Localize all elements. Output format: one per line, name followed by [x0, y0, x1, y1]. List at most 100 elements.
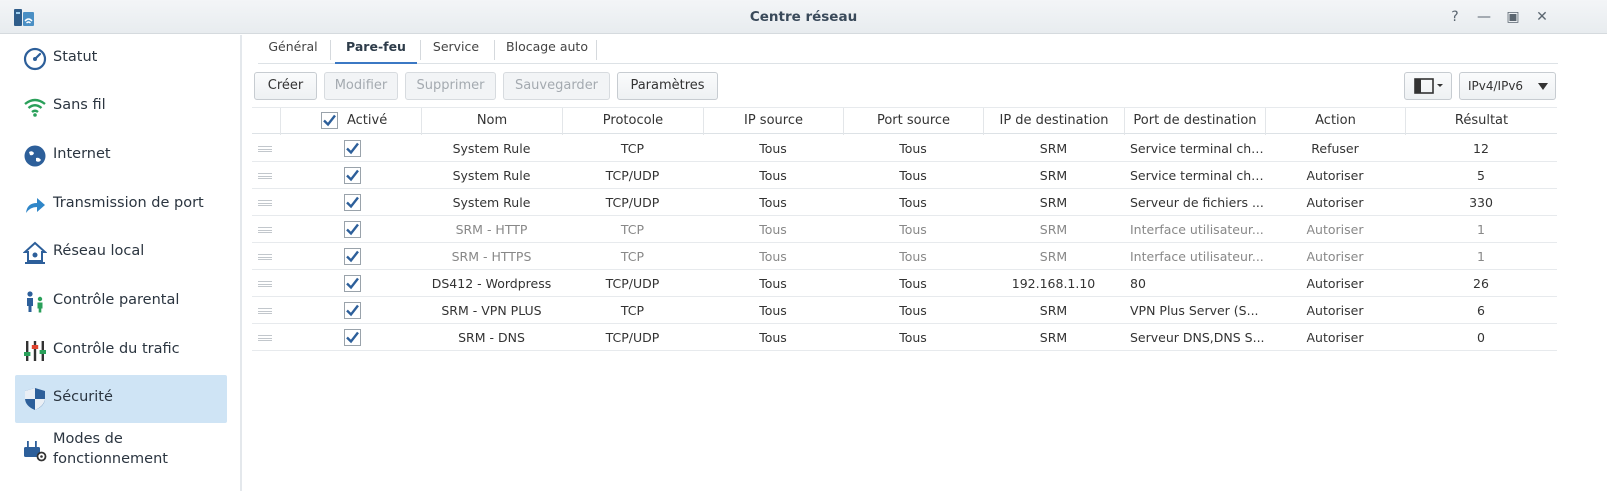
cell-source-port: Tous	[899, 168, 927, 183]
cell-protocol: TCP	[620, 303, 645, 318]
chevron-down-icon	[1538, 83, 1548, 90]
column-header-source-port[interactable]: Port source	[843, 108, 983, 135]
drag-handle-icon[interactable]	[258, 200, 272, 206]
sidebar-item-securite[interactable]: Sécurité	[15, 375, 227, 423]
sidebar-item-label: Internet	[53, 146, 111, 162]
drag-handle-icon[interactable]	[258, 173, 272, 179]
sidebar-item-controle-parental[interactable]: Contrôle parental	[15, 278, 227, 326]
table-row[interactable]: System Rule TCP Tous Tous SRM Service termina…	[252, 135, 1557, 162]
cell-action: Autoriser	[1306, 303, 1364, 318]
cell-action: Autoriser	[1306, 249, 1364, 264]
rule-enabled-checkbox[interactable]	[344, 194, 361, 211]
tab-blocage-auto[interactable]: Blocage auto	[498, 34, 596, 64]
cell-protocol: TCP	[620, 249, 645, 264]
ip-version-select[interactable]: IPv4/IPv6	[1459, 72, 1556, 100]
table-row[interactable]: SRM - DNS TCP/UDP Tous Tous SRM Serveur DNS,D…	[252, 324, 1557, 351]
save-button[interactable]: Sauvegarder	[503, 72, 610, 100]
column-header-result[interactable]: Résultat	[1405, 108, 1557, 135]
cell-destination-ip: SRM	[1039, 168, 1068, 183]
home-network-icon	[23, 241, 47, 264]
tab-service[interactable]: Service	[424, 34, 488, 64]
sidebar-item-label: Contrôle parental	[53, 292, 180, 308]
tab-general[interactable]: Général	[258, 34, 328, 64]
rule-enabled-checkbox[interactable]	[344, 221, 361, 238]
cell-destination-port: 80	[1130, 276, 1146, 291]
table-row[interactable]: System Rule TCP/UDP Tous Tous SRM Serveur de …	[252, 189, 1557, 216]
cell-source-port: Tous	[899, 330, 927, 345]
cell-result: 1	[1477, 249, 1485, 264]
cell-source-ip: Tous	[759, 276, 787, 291]
parent-child-icon	[27, 291, 43, 313]
sidebar-item-reseau-local[interactable]: Réseau local	[15, 229, 227, 277]
modify-button[interactable]: Modifier	[324, 72, 398, 100]
cell-name: SRM - DNS	[458, 330, 525, 345]
help-icon[interactable]: ?	[1444, 7, 1466, 27]
column-header-source-ip[interactable]: IP source	[703, 108, 843, 135]
drag-handle-icon[interactable]	[258, 254, 272, 260]
cell-action: Autoriser	[1306, 222, 1364, 237]
cell-destination-port: Service terminal chi...	[1130, 141, 1265, 156]
cell-source-ip: Tous	[759, 168, 787, 183]
cell-name: SRM - HTTP	[455, 222, 528, 237]
sidebar-item-transmission-de-port[interactable]: Transmission de port	[15, 181, 227, 229]
cell-destination-ip: SRM	[1039, 141, 1068, 156]
cell-name: System Rule	[452, 141, 531, 156]
drag-handle-icon[interactable]	[258, 308, 272, 314]
cell-destination-ip: SRM	[1039, 330, 1068, 345]
sidebar-item-label: Sécurité	[53, 389, 113, 405]
cell-destination-ip: SRM	[1039, 195, 1068, 210]
sidebar-item-modes-de-fonctionnement[interactable]: Modes de fonctionnement	[15, 424, 227, 476]
drag-handle-icon[interactable]	[258, 335, 272, 341]
sidebar-item-sans-fil[interactable]: Sans fil	[15, 83, 227, 131]
delete-button[interactable]: Supprimer	[405, 72, 496, 100]
minimize-icon[interactable]: —	[1473, 7, 1495, 27]
drag-handle-icon[interactable]	[258, 146, 272, 152]
rule-enabled-checkbox[interactable]	[344, 329, 361, 346]
cell-source-ip: Tous	[759, 222, 787, 237]
sidebar-item-statut[interactable]: Statut	[15, 35, 227, 83]
table-row[interactable]: System Rule TCP/UDP Tous Tous SRM Service ter…	[252, 162, 1557, 189]
tab-divider	[420, 40, 421, 60]
cell-destination-port: Serveur DNS,DNS S...	[1130, 330, 1265, 345]
cell-destination-ip: SRM	[1039, 222, 1068, 237]
drag-handle-icon[interactable]	[258, 227, 272, 233]
table-row[interactable]: SRM - HTTPS TCP Tous Tous SRM Interface utili…	[252, 243, 1557, 270]
globe-icon	[24, 145, 46, 167]
sidebar-item-internet[interactable]: Internet	[15, 132, 227, 180]
rule-enabled-checkbox[interactable]	[344, 167, 361, 184]
rule-enabled-checkbox[interactable]	[344, 248, 361, 265]
maximize-icon[interactable]: ▣	[1502, 7, 1524, 27]
wifi-icon	[24, 98, 46, 117]
title-bar: Centre réseau ? — ▣ ✕	[0, 0, 1607, 34]
cell-destination-port: VPN Plus Server (S...	[1130, 303, 1259, 318]
table-row[interactable]: DS412 - Wordpress TCP/UDP Tous Tous 192.168.…	[252, 270, 1557, 297]
tab-divider	[596, 40, 597, 60]
column-header-action[interactable]: Action	[1265, 108, 1405, 135]
table-row[interactable]: SRM - HTTP TCP Tous Tous SRM Interface utilis…	[252, 216, 1557, 243]
rule-enabled-checkbox[interactable]	[344, 140, 361, 157]
column-header-active[interactable]: Activé	[280, 108, 421, 135]
column-header-protocol[interactable]: Protocole	[562, 108, 703, 135]
drag-handle-icon[interactable]	[258, 281, 272, 287]
sidebar-item-controle-du-trafic[interactable]: Contrôle du trafic	[15, 327, 227, 375]
layout-icon	[1414, 78, 1443, 94]
window-title: Centre réseau	[749, 9, 858, 25]
cell-action: Refuser	[1311, 141, 1359, 156]
column-header-destination-ip[interactable]: IP de destination	[983, 108, 1124, 135]
select-all-checkbox[interactable]	[321, 112, 338, 129]
create-button[interactable]: Créer	[254, 72, 317, 100]
cell-destination-ip: SRM	[1039, 249, 1068, 264]
column-header-name[interactable]: Nom	[421, 108, 562, 135]
tab-divider	[330, 40, 331, 60]
close-icon[interactable]: ✕	[1531, 7, 1553, 27]
column-header-destination-port[interactable]: Port de destination	[1124, 108, 1265, 135]
table-row[interactable]: SRM - VPN PLUS TCP Tous Tous SRM VPN Plus Ser…	[252, 297, 1557, 324]
cell-source-ip: Tous	[759, 141, 787, 156]
tab-pare-feu[interactable]: Pare-feu	[335, 34, 417, 64]
view-menu-button[interactable]	[1404, 72, 1452, 100]
tab-divider	[494, 40, 495, 60]
rule-enabled-checkbox[interactable]	[344, 275, 361, 292]
rule-enabled-checkbox[interactable]	[344, 302, 361, 319]
cell-source-port: Tous	[899, 276, 927, 291]
settings-button[interactable]: Paramètres	[617, 72, 718, 100]
